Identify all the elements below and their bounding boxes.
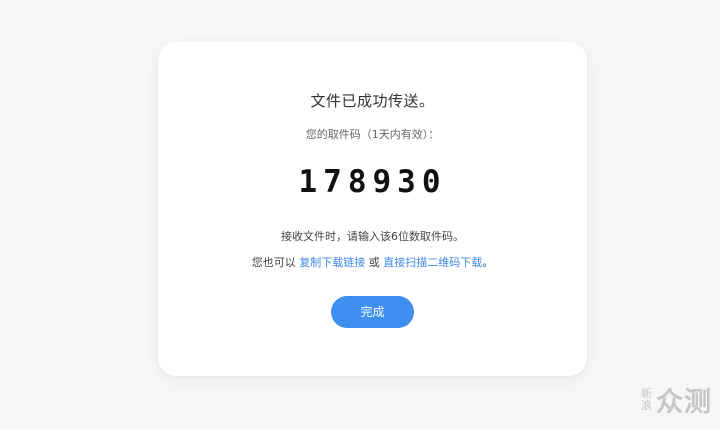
copy-download-link[interactable]: 复制下载链接 bbox=[299, 256, 365, 269]
watermark-big-text: 众测 bbox=[656, 387, 712, 418]
watermark-small-text: 新 浪 bbox=[641, 386, 652, 412]
watermark-small-top: 新 bbox=[641, 386, 652, 400]
watermark-logo: 新 浪 众测 bbox=[641, 380, 712, 419]
alternative-options: 您也可以 复制下载链接 或 直接扫描二维码下载。 bbox=[158, 254, 587, 270]
success-dialog: 文件已成功传送。 您的取件码（1天内有效）： 178930 接收文件时，请输入该… bbox=[158, 42, 587, 376]
or-text: 或 bbox=[368, 256, 380, 269]
done-button[interactable]: 完成 bbox=[331, 296, 414, 328]
scan-qr-link[interactable]: 直接扫描二维码下载 bbox=[383, 256, 482, 269]
instruction-text: 接收文件时，请输入该6位数取件码。 bbox=[281, 230, 464, 243]
dialog-title: 文件已成功传送。 bbox=[310, 92, 435, 110]
alt-prefix: 您也可以 bbox=[251, 256, 296, 269]
pickup-code: 178930 bbox=[298, 164, 447, 200]
alt-suffix: 。 bbox=[482, 256, 494, 269]
pickup-code-label: 您的取件码（1天内有效）： bbox=[305, 128, 440, 141]
watermark-small-bottom: 浪 bbox=[641, 398, 652, 412]
